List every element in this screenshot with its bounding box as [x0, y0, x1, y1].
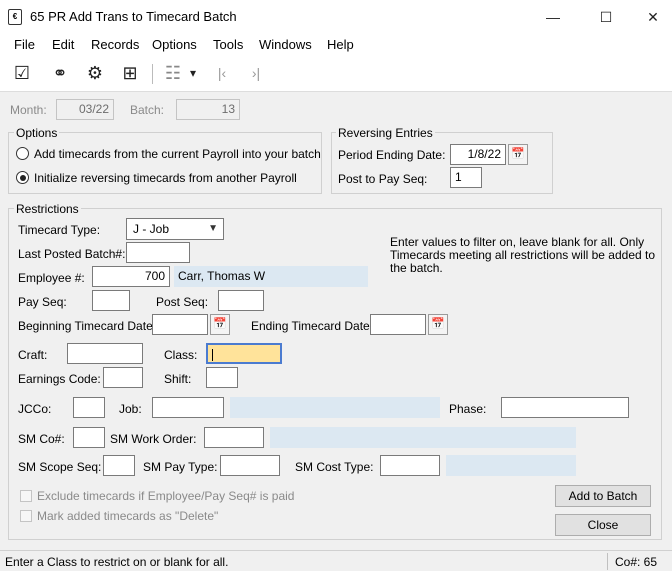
ending-date-calendar-icon[interactable]: 📅	[428, 314, 448, 335]
reversing-group-title: Reversing Entries	[336, 126, 435, 140]
menu-tools[interactable]: Tools	[213, 37, 243, 52]
radio-initialize-reversing[interactable]	[16, 171, 29, 184]
first-record-icon[interactable]: |‹	[210, 62, 234, 84]
last-posted-batch-input[interactable]	[126, 242, 190, 263]
mark-deleted-label[interactable]: Mark added timecards as "Delete"	[37, 509, 218, 523]
radio-initialize-reversing-label[interactable]: Initialize reversing timecards from anot…	[34, 171, 297, 185]
binoculars-icon[interactable]: ⚭	[48, 62, 72, 84]
job-input[interactable]	[152, 397, 224, 418]
chevron-down-icon: ▼	[208, 223, 218, 234]
last-posted-batch-label: Last Posted Batch#:	[18, 247, 126, 261]
toolbar-separator	[152, 64, 153, 84]
sm-work-order-label: SM Work Order:	[110, 432, 197, 446]
class-label: Class:	[164, 348, 198, 362]
beginning-date-label: Beginning Timecard Date:	[18, 319, 157, 333]
post-pay-seq-label: Post to Pay Seq:	[338, 172, 428, 186]
shift-input[interactable]	[206, 367, 238, 388]
craft-input[interactable]	[67, 343, 143, 364]
sm-pay-type-label: SM Pay Type:	[143, 460, 218, 474]
radio-add-current-label[interactable]: Add timecards from the current Payroll i…	[34, 147, 321, 161]
mark-deleted-checkbox[interactable]	[20, 510, 32, 522]
batch-label: Batch:	[130, 103, 165, 117]
minimize-icon[interactable]: —	[530, 0, 576, 34]
sm-work-order-description-display	[270, 427, 576, 448]
earnings-code-label: Earnings Code:	[18, 372, 101, 386]
status-message: Enter a Class to restrict on or blank fo…	[5, 555, 229, 569]
jcco-label: JCCo:	[18, 402, 52, 416]
job-description-display	[230, 397, 440, 418]
pay-seq-label: Pay Seq:	[18, 295, 67, 309]
exclude-paid-label[interactable]: Exclude timecards if Employee/Pay Seq# i…	[37, 489, 294, 503]
sm-pay-type-input[interactable]	[220, 455, 280, 476]
craft-label: Craft:	[18, 348, 48, 362]
post-pay-seq-input[interactable]: 1	[450, 167, 482, 188]
employee-name-display: Carr, Thomas W	[174, 266, 368, 287]
status-bar: Enter a Class to restrict on or blank fo…	[0, 550, 672, 571]
settings-gear-icon[interactable]: ⚙	[83, 62, 107, 84]
add-to-batch-button[interactable]: Add to Batch	[555, 485, 651, 507]
menu-windows[interactable]: Windows	[259, 37, 312, 52]
period-ending-label: Period Ending Date:	[338, 148, 446, 162]
earnings-code-input[interactable]	[103, 367, 143, 388]
timecard-type-value: J - Job	[133, 222, 170, 236]
sm-scope-seq-label: SM Scope Seq:	[18, 460, 102, 474]
beginning-date-calendar-icon[interactable]: 📅	[210, 314, 230, 335]
restrictions-group-title: Restrictions	[14, 202, 81, 216]
employee-input[interactable]: 700	[92, 266, 170, 287]
menu-file[interactable]: File	[14, 37, 35, 52]
calculator-icon[interactable]: ⊞	[118, 62, 142, 84]
job-label: Job:	[119, 402, 142, 416]
sm-cost-type-input[interactable]	[380, 455, 440, 476]
post-seq-input[interactable]	[218, 290, 264, 311]
radio-add-current[interactable]	[16, 147, 29, 160]
sm-cost-type-label: SM Cost Type:	[295, 460, 374, 474]
menu-help[interactable]: Help	[327, 37, 354, 52]
pay-seq-input[interactable]	[92, 290, 130, 311]
phase-label: Phase:	[449, 402, 487, 416]
sm-co-input[interactable]	[73, 427, 105, 448]
menu-edit[interactable]: Edit	[52, 37, 74, 52]
post-seq-label: Post Seq:	[156, 295, 209, 309]
jcco-input[interactable]	[73, 397, 105, 418]
close-button[interactable]: Close	[555, 514, 651, 536]
period-ending-input[interactable]: 1/8/22	[450, 144, 506, 165]
restrictions-hint: Enter values to filter on, leave blank f…	[390, 235, 656, 275]
toolbar: ☑ ⚭ ⚙ ⊞ ☷ ▾ |‹ ›|	[0, 56, 672, 92]
company-indicator: Co#: 65	[615, 555, 658, 569]
close-icon[interactable]: ✕	[630, 0, 672, 34]
status-separator	[607, 553, 608, 570]
calendar-icon[interactable]: 📅	[508, 144, 528, 165]
last-record-icon[interactable]: ›|	[244, 62, 268, 84]
sm-scope-seq-input[interactable]	[103, 455, 135, 476]
maximize-icon[interactable]: ☐	[583, 0, 629, 34]
batch-field: 13	[176, 99, 240, 120]
beginning-date-input[interactable]	[152, 314, 208, 335]
exclude-paid-checkbox[interactable]	[20, 490, 32, 502]
month-label: Month:	[10, 103, 47, 117]
title-bar: € 65 PR Add Trans to Timecard Batch — ☐ …	[0, 0, 672, 34]
sm-co-label: SM Co#:	[18, 432, 65, 446]
timecard-type-select[interactable]: J - Job ▼	[126, 218, 224, 240]
shift-label: Shift:	[164, 372, 192, 386]
month-field: 03/22	[56, 99, 114, 120]
sm-cost-type-description-display	[446, 455, 576, 476]
options-group-title: Options	[14, 126, 60, 140]
app-icon[interactable]: €	[8, 9, 22, 25]
dropdown-arrow-icon[interactable]: ▾	[186, 62, 200, 84]
edit-check-icon[interactable]: ☑	[10, 62, 34, 84]
phase-input[interactable]	[501, 397, 629, 418]
grid-view-icon[interactable]: ☷	[161, 62, 185, 84]
timecard-type-label: Timecard Type:	[18, 223, 101, 237]
menu-records[interactable]: Records	[91, 37, 139, 52]
class-input[interactable]	[206, 343, 282, 364]
ending-date-input[interactable]	[370, 314, 426, 335]
window-title: 65 PR Add Trans to Timecard Batch	[30, 9, 237, 24]
menu-options[interactable]: Options	[152, 37, 197, 52]
menu-bar: File Edit Records Options Tools Windows …	[0, 34, 672, 56]
employee-label: Employee #:	[18, 271, 85, 285]
sm-work-order-input[interactable]	[204, 427, 264, 448]
ending-date-label: Ending Timecard Date:	[251, 319, 374, 333]
